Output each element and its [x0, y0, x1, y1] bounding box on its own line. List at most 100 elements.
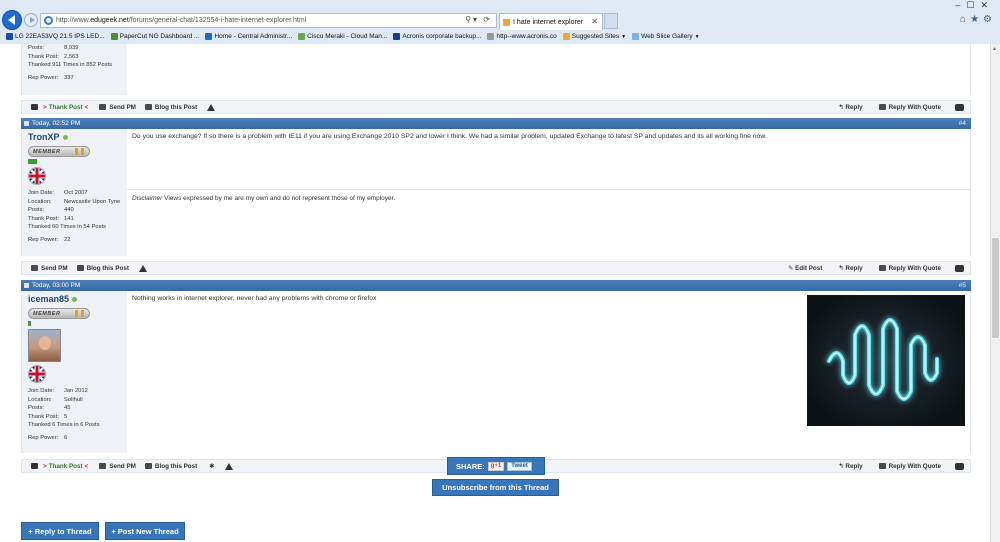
thank-post-button[interactable]: > Thank Post < [31, 104, 90, 111]
post-signature: Disclaimer Views expressed by me are my … [127, 189, 970, 202]
m-icon [6, 33, 13, 40]
edit-post-button[interactable]: ✎ Edit Post [788, 265, 822, 272]
online-status-icon [62, 134, 68, 140]
footer-right: ✎ Edit Post ↰ Reply Reply With Quote [772, 262, 964, 274]
rank-badge: MEMBER [28, 146, 90, 157]
post-body: iceman85 MEMBER Join Date: Jan 2012 Locat… [21, 291, 971, 453]
favorite-link[interactable]: PaperCut NG Dashboard ... [110, 33, 199, 40]
scroll-up-icon[interactable]: ▲ [992, 46, 997, 52]
scrollbar-thumb[interactable] [992, 238, 999, 338]
stat-join-date: Join Date: Oct 2007 [28, 190, 88, 196]
user-info: iceman85 MEMBER Join Date: Jan 2012 Locat… [22, 291, 127, 453]
blog-post-button[interactable]: Blog this Post [144, 463, 197, 470]
sharepoint-icon [205, 33, 213, 40]
page-icon [487, 33, 495, 40]
send-pm-button[interactable]: Send PM [99, 463, 136, 470]
google-plus-button[interactable]: g+1 [487, 461, 505, 471]
share-label: SHARE: [456, 461, 485, 471]
favorite-link[interactable]: Home - Central Administr... [205, 33, 292, 40]
blog-icon [144, 463, 152, 469]
report-icon[interactable] [138, 264, 147, 272]
thumbs-up-icon [31, 104, 38, 110]
forward-button[interactable] [24, 13, 38, 27]
reply-button[interactable]: ↰ Reply [838, 463, 862, 470]
unsubscribe-button[interactable]: Unsubscribe from this Thread [432, 479, 559, 496]
blog-post-button[interactable]: Blog this Post [144, 104, 197, 111]
quote-icon [878, 265, 886, 271]
post-body: Posts: 8,939 Thank Post: 2,563 Thanked 911… [21, 44, 971, 95]
reputation-bar [28, 159, 37, 164]
reputation-bar [28, 321, 31, 326]
report-icon[interactable] [224, 462, 233, 470]
favorite-link[interactable]: Suggested Sites ▼ [562, 33, 626, 40]
uk-flag-icon [28, 167, 46, 185]
favorites-star-icon[interactable]: ★ [970, 14, 983, 25]
post-new-thread-button[interactable]: + Post New Thread [105, 522, 185, 540]
post-number-link[interactable]: #5 [959, 282, 966, 289]
tab-close-icon[interactable]: ✕ [591, 17, 598, 26]
stat-posts: Posts: 45 [28, 405, 71, 411]
reply-with-quote-button[interactable]: Reply With Quote [878, 463, 941, 470]
home-icon[interactable]: ⌂ [960, 14, 970, 25]
report-icon[interactable] [207, 103, 216, 111]
username-link[interactable]: iceman85 [28, 294, 127, 304]
back-button[interactable] [2, 10, 22, 30]
url-text: http://www.edugeek.net/forums/general-ch… [56, 17, 307, 24]
favorite-link[interactable]: Acronis corporate backup... [393, 33, 481, 40]
footer-right: ↰ Reply Reply With Quote [822, 460, 964, 472]
window-controls[interactable]: –☐✕ [955, 0, 994, 11]
uk-flag-icon [28, 365, 46, 383]
favorite-link[interactable]: LG 22EA53VQ 21.5 IPS LED... [6, 33, 105, 40]
stat-rep-power: Rep Power: 337 [28, 74, 74, 81]
post-attached-image[interactable] [807, 295, 965, 426]
send-pm-button[interactable]: Send PM [31, 265, 68, 272]
blog-post-button[interactable]: Blog this Post [76, 265, 129, 272]
favorite-link[interactable]: http--www.acronis.co [487, 33, 557, 40]
thank-post-button[interactable]: > Thank Post < [31, 463, 90, 470]
page-scrollbar[interactable]: ▲ [990, 44, 1000, 542]
multiquote-icon[interactable] [955, 462, 964, 470]
post-date: Today, 03:00 PM [32, 282, 81, 289]
favorite-link[interactable]: Web Slice Gallery ▼ [632, 33, 700, 40]
send-pm-button[interactable]: Send PM [99, 104, 136, 111]
ie-page-icon [44, 16, 53, 25]
post-5: Today, 03:00 PM #5 iceman85 MEMBER Join … [21, 280, 971, 473]
tweet-button[interactable]: Tweet [507, 461, 532, 471]
post-body: TronXP MEMBER Join Date: Oct 2007 Locatio… [21, 129, 971, 256]
blog-icon [144, 104, 152, 110]
browser-tab[interactable]: I hate internet explorer ✕ [499, 13, 603, 30]
post-previous: Posts: 8,939 Thank Post: 2,563 Thanked 911… [21, 44, 971, 114]
forward-arrow-icon [29, 17, 35, 23]
multiquote-icon[interactable] [955, 264, 964, 272]
gear-icon[interactable]: ⚙ [983, 14, 996, 25]
reply-button[interactable]: ↰ Reply [838, 265, 862, 272]
webslice-icon [632, 33, 640, 40]
stat-thanked: Thanked 60 Times in 54 Posts [28, 224, 106, 230]
browser-tools[interactable]: ⌂★⚙ [960, 14, 996, 25]
multiquote-icon[interactable] [955, 103, 964, 111]
stat-join-date: Join Date: Jan 2012 [28, 388, 88, 394]
user-avatar[interactable] [28, 329, 61, 362]
thumbs-up-icon [31, 463, 38, 469]
reply-with-quote-button[interactable]: Reply With Quote [878, 104, 941, 111]
post-date: Today, 02:52 PM [32, 120, 81, 127]
stat-posts: Posts: 8,939 [28, 45, 79, 51]
post-number-link[interactable]: #4 [959, 120, 966, 127]
new-tab-button[interactable] [604, 13, 618, 29]
reply-to-thread-button[interactable]: + Reply to Thread [21, 522, 99, 540]
mail-icon [99, 104, 107, 110]
reply-with-quote-button[interactable]: Reply With Quote [878, 265, 941, 272]
papercut-icon [110, 33, 118, 40]
reply-button[interactable]: ↰ Reply [838, 104, 862, 111]
stat-rep-power: Rep Power: 6 [28, 434, 68, 441]
bookmark-star-icon[interactable]: ✱ [209, 463, 214, 470]
post-icon [24, 121, 29, 126]
stat-location: Location: Newcastle Upon Tyne [28, 198, 121, 205]
username-link[interactable]: TronXP [28, 132, 127, 142]
favorite-link[interactable]: Cisco Meraki - Cloud Man... [298, 33, 387, 40]
search-refresh-icons[interactable]: ⚲▾ ⟳ [465, 15, 492, 24]
rank-badge: MEMBER [28, 308, 90, 319]
browser-chrome: http://www.edugeek.net/forums/general-ch… [0, 0, 1000, 44]
address-bar[interactable]: http://www.edugeek.net/forums/general-ch… [40, 13, 497, 28]
favorites-bar: LG 22EA53VQ 21.5 IPS LED... PaperCut NG D… [0, 30, 1000, 43]
